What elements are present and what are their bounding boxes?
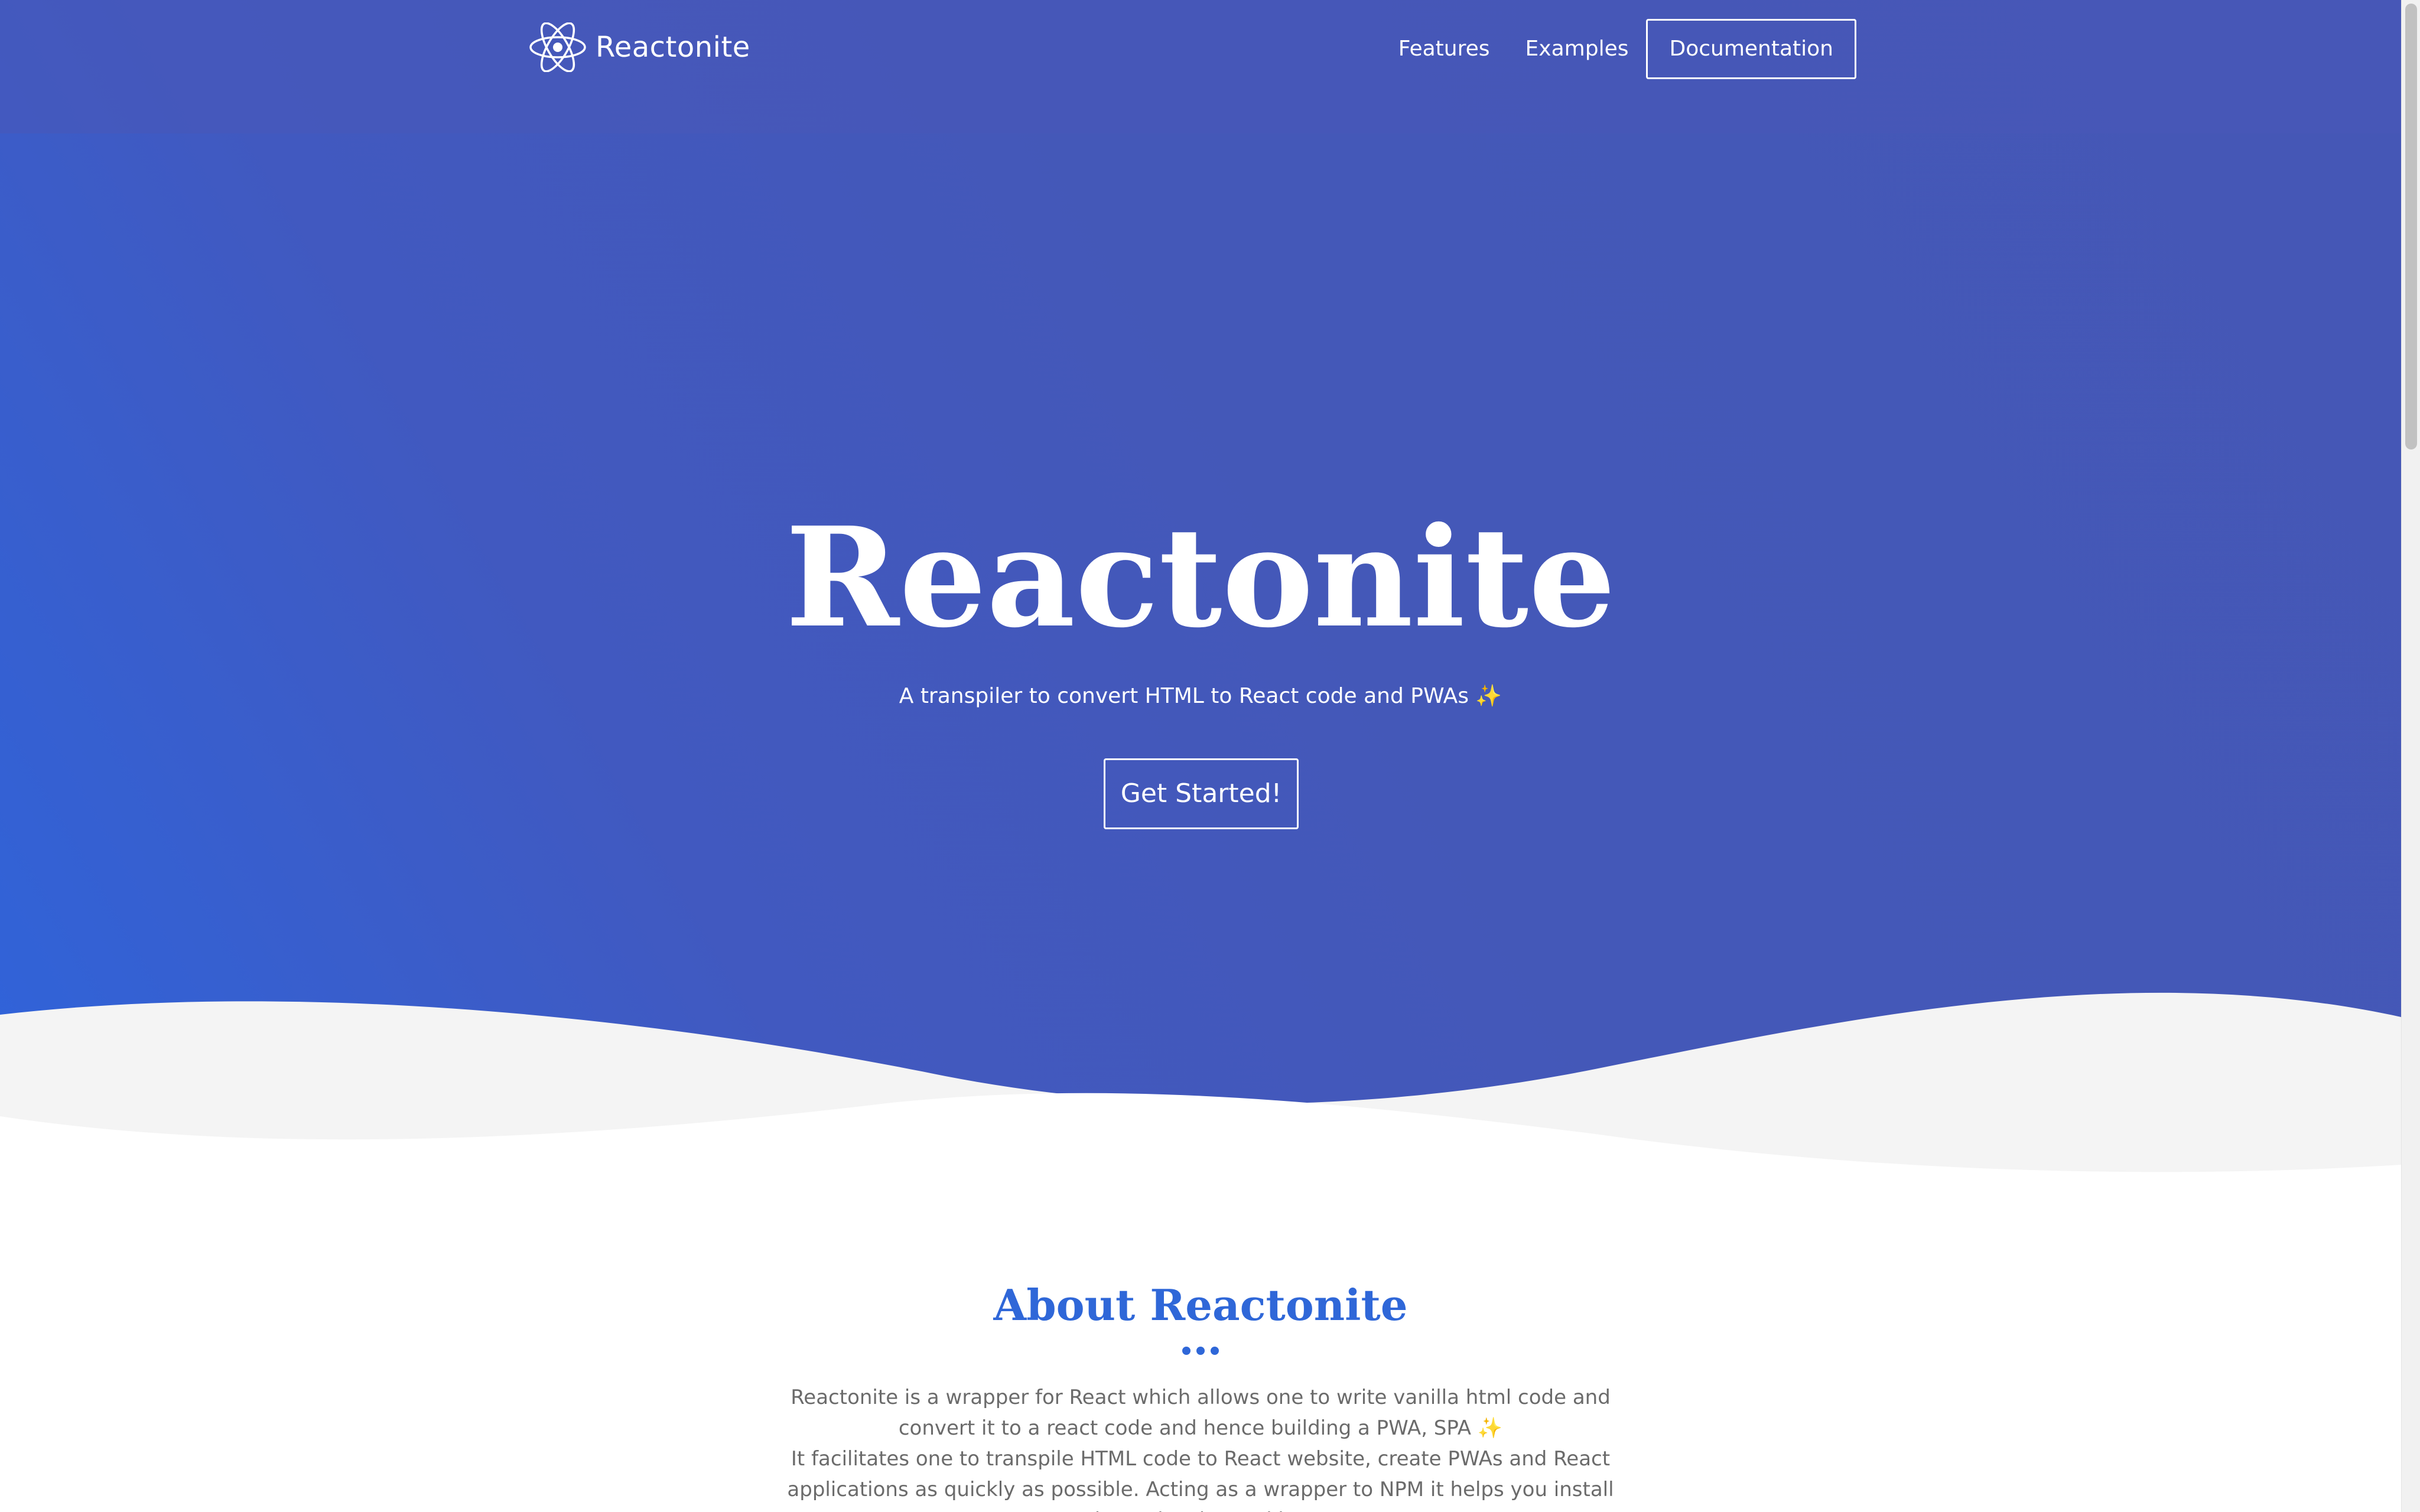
main-nav: Features Examples Documentation [1381, 19, 1856, 79]
hero-subtitle: A transpiler to convert HTML to React co… [0, 682, 2401, 711]
about-paragraph-1: Reactonite is a wrapper for React which … [750, 1382, 1651, 1443]
nav-examples-link[interactable]: Examples [1508, 19, 1647, 79]
three-dots-icon [0, 1347, 2401, 1355]
page-scrollbar[interactable] [2401, 0, 2420, 1512]
brand-name: Reactonite [596, 31, 750, 64]
hero-wave-divider [0, 992, 2401, 1193]
get-started-button[interactable]: Get Started! [1104, 758, 1299, 829]
react-atom-icon [529, 22, 586, 72]
hero-subtitle-text: A transpiler to convert HTML to React co… [899, 684, 1469, 708]
top-navbar: Reactonite Features Examples Documentati… [0, 0, 2401, 133]
dot [1211, 1347, 1219, 1355]
sparkles-icon: ✨ [1477, 1416, 1503, 1440]
about-description: Reactonite is a wrapper for React which … [750, 1382, 1651, 1512]
nav-documentation-button[interactable]: Documentation [1646, 19, 1856, 79]
dot [1182, 1347, 1191, 1355]
dot [1196, 1347, 1205, 1355]
scrollbar-thumb[interactable] [2405, 4, 2417, 449]
page: Reactonite Features Examples Documentati… [0, 0, 2420, 1512]
sparkles-icon: ✨ [1475, 684, 1502, 708]
about-title: About Reactonite [993, 1280, 1408, 1330]
nav-features-link[interactable]: Features [1381, 19, 1508, 79]
brand-link[interactable]: Reactonite [526, 22, 750, 72]
about-paragraph-2: It facilitates one to transpile HTML cod… [787, 1447, 1614, 1512]
hero-title: Reactonite [785, 497, 1616, 658]
